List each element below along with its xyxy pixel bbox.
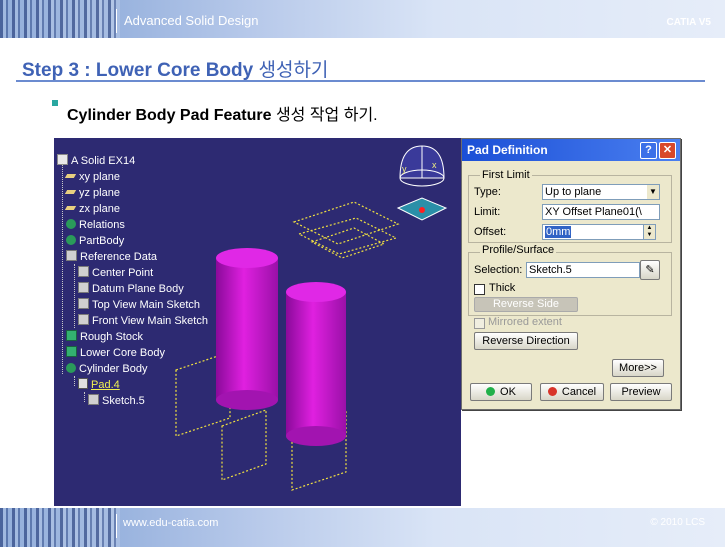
slide-subtitle-text: Cylinder Body Pad Feature [67, 107, 272, 124]
sketch-icon [88, 394, 99, 405]
part-icon [57, 154, 68, 165]
footer-url: www.edu-catia.com [123, 517, 219, 529]
brand-label: CATIA V5 [666, 17, 711, 28]
dialog-titlebar[interactable]: Pad Definition ? ✕ [462, 139, 680, 161]
ok-icon [486, 387, 496, 396]
slide-subtitle: Cylinder Body Pad Feature 생성 작업 하기. [67, 101, 378, 125]
sketch-profile-2 [221, 409, 267, 481]
offset-plane-2 [297, 217, 398, 255]
header-separator [116, 9, 117, 33]
sketcher-button[interactable]: ✎ [640, 260, 660, 280]
compass-icon: x y [396, 145, 448, 221]
type-label: Type: [474, 186, 501, 198]
dialog-title: Pad Definition [467, 143, 548, 157]
close-button[interactable]: ✕ [659, 142, 676, 159]
offset-field[interactable]: 0mm [542, 224, 644, 240]
thick-label: Thick [489, 282, 516, 294]
geometrical-set-icon [78, 298, 89, 309]
tree-item-root[interactable]: A Solid EX14 [57, 154, 135, 168]
plane-icon [64, 190, 77, 194]
course-title: Advanced Solid Design [124, 13, 259, 28]
tree-item-partbody[interactable]: PartBody [66, 234, 124, 248]
tree-item-xy-plane[interactable]: xy plane [64, 170, 120, 184]
footer-separator [116, 514, 117, 538]
slide-heading: Step 3 : Lower Core Body 생성하기 [22, 55, 328, 82]
offset-spinner[interactable]: ▲ ▼ [643, 224, 656, 240]
heading-underline [16, 80, 705, 82]
tree-item-reference-data[interactable]: Reference Data [66, 250, 157, 264]
ok-button[interactable]: OK [470, 383, 532, 401]
reverse-direction-button[interactable]: Reverse Direction [474, 332, 578, 350]
body-icon [66, 330, 77, 341]
tree-item-top-view-sketch[interactable]: Top View Main Sketch [78, 298, 200, 312]
plane-icon [64, 174, 77, 178]
tree-line [84, 392, 85, 402]
mirrored-extent-label: Mirrored extent [488, 316, 562, 328]
limit-label: Limit: [474, 206, 501, 218]
body-icon [66, 346, 77, 357]
catia-viewport[interactable]: x y A Solid EX14 xy plane yz plane zx pl… [54, 138, 461, 506]
slide-subtitle-kr: 생성 작업 하기. [275, 107, 378, 124]
footer-bar: www.edu-catia.com © 2010 LCS [0, 508, 725, 547]
tree-item-relations[interactable]: Relations [66, 218, 125, 232]
pad-definition-dialog: Pad Definition ? ✕ First Limit Type: Up … [461, 138, 681, 410]
footer-copyright: © 2010 LCS [650, 517, 705, 528]
header-bar: Advanced Solid Design CATIA V5 [0, 0, 725, 38]
compass-y-label: y [402, 164, 407, 174]
partbody-icon [66, 235, 76, 245]
type-dropdown[interactable]: Up to plane ▼ [542, 184, 660, 200]
cancel-button[interactable]: Cancel [540, 383, 604, 401]
tree-line [62, 162, 63, 374]
thick-checkbox[interactable] [474, 284, 485, 295]
selection-field[interactable]: Sketch.5 [526, 262, 640, 278]
preview-button[interactable]: Preview [610, 383, 672, 401]
tree-line [74, 264, 75, 328]
header-texture [0, 0, 120, 38]
mirrored-extent-checkbox[interactable] [474, 318, 485, 329]
reverse-side-button[interactable]: Reverse Side [474, 297, 578, 312]
limit-field[interactable]: XY Offset Plane01(\ [542, 204, 660, 220]
body-icon [66, 363, 76, 373]
chevron-down-icon: ▼ [647, 185, 659, 199]
selection-label: Selection: [474, 264, 523, 276]
geometrical-set-icon [66, 250, 77, 261]
pad-icon [78, 378, 88, 389]
first-limit-label: First Limit [480, 169, 532, 181]
tree-item-lower-core-body[interactable]: Lower Core Body [66, 346, 165, 360]
tree-item-rough-stock[interactable]: Rough Stock [66, 330, 143, 344]
tree-item-pad[interactable]: Pad.4 [78, 378, 120, 392]
tree-item-sketch[interactable]: Sketch.5 [88, 394, 145, 408]
slide-heading-kr: 생성하기 [258, 60, 329, 81]
offset-plane-1 [292, 201, 400, 245]
tree-item-center-point[interactable]: Center Point [78, 266, 153, 280]
tree-item-zx-plane[interactable]: zx plane [64, 202, 120, 216]
offset-label: Offset: [474, 226, 507, 238]
geometrical-set-icon [78, 282, 89, 293]
tree-item-yz-plane[interactable]: yz plane [64, 186, 120, 200]
more-button[interactable]: More>> [612, 359, 664, 377]
geometrical-set-icon [78, 266, 89, 277]
profile-surface-label: Profile/Surface [480, 244, 557, 256]
tree-item-front-view-sketch[interactable]: Front View Main Sketch [78, 314, 208, 328]
slide-heading-text: Step 3 : Lower Core Body [22, 60, 254, 81]
tree-line [74, 376, 75, 386]
offset-plane-3 [310, 227, 386, 259]
tree-item-cylinder-body[interactable]: Cylinder Body [66, 362, 147, 376]
cylinder-body-1 [216, 248, 278, 410]
tree-item-datum-plane-body[interactable]: Datum Plane Body [78, 282, 184, 296]
cylinder-body-2 [286, 282, 346, 446]
compass-x-label: x [432, 160, 437, 170]
relations-icon [66, 219, 76, 229]
bullet-icon [52, 100, 58, 106]
sketch-edit-icon: ✎ [645, 264, 655, 276]
plane-icon [64, 206, 77, 210]
help-button[interactable]: ? [640, 142, 657, 159]
cancel-icon [547, 387, 557, 396]
geometrical-set-icon [78, 314, 89, 325]
footer-texture [0, 508, 120, 547]
